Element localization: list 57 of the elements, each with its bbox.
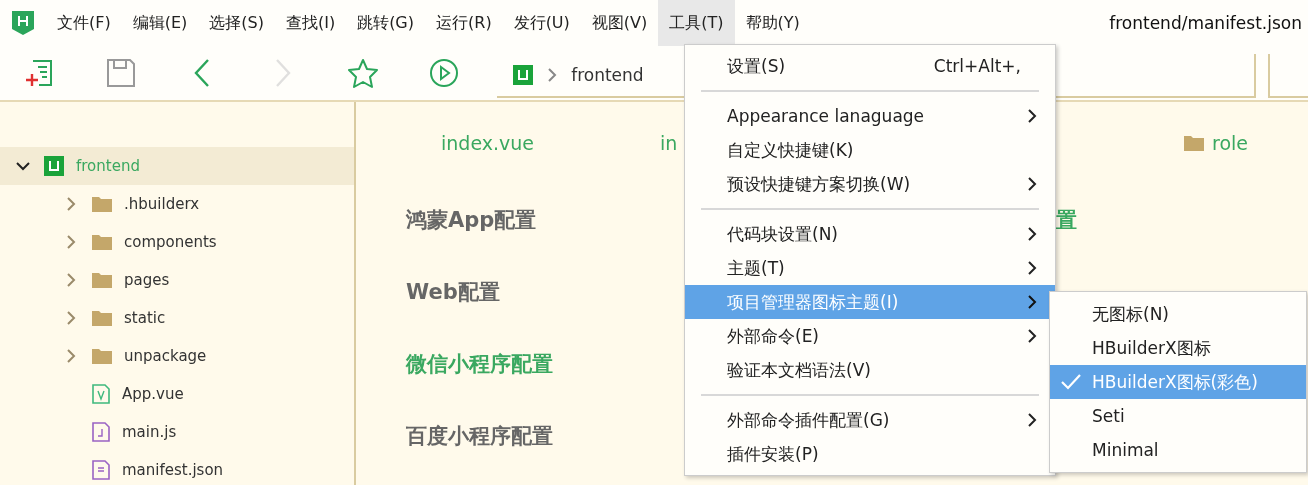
menu-item[interactable]: 视图(V)	[580, 0, 659, 46]
menu-item[interactable]: 发行(U)	[502, 0, 581, 46]
folder-icon	[92, 310, 112, 326]
project-icon	[44, 156, 64, 176]
menu-item[interactable]: 查找(I)	[274, 0, 347, 46]
file-path: frontend/manifest.json	[1109, 13, 1302, 33]
run-icon	[429, 58, 460, 88]
section-heading[interactable]: 鸿蒙App配置	[406, 184, 678, 256]
menu-item[interactable]: Appearance lanaguage	[685, 99, 1055, 133]
file-icon	[92, 384, 110, 404]
menu-item[interactable]: 主题(T)	[685, 251, 1055, 285]
menu-item[interactable]: 设置(S) Ctrl+Alt+,	[685, 49, 1055, 83]
section-heading[interactable]: 百度小程序配置	[406, 400, 678, 472]
tree-item-label: .hbuilderx	[124, 195, 200, 213]
save-icon	[105, 58, 136, 88]
tree-item-label: pages	[124, 271, 170, 289]
breadcrumb-item[interactable]: frontend	[571, 65, 644, 85]
tree-item-label: components	[124, 233, 217, 251]
menu-item[interactable]: 预设快捷键方案切换(W)	[685, 167, 1055, 201]
tree-item-label: App.vue	[122, 385, 184, 403]
file-icon	[92, 460, 110, 480]
menu-item[interactable]: 代码块设置(N)	[685, 217, 1055, 251]
tree-item-label: unpackage	[124, 347, 207, 365]
new-file-icon	[24, 58, 55, 88]
menu-item[interactable]: 工具(T)	[658, 0, 735, 46]
tree-item[interactable]: manifest.json	[0, 451, 354, 485]
tree-item[interactable]: static	[0, 299, 354, 337]
folder-icon	[1184, 135, 1204, 151]
folder-icon	[92, 348, 112, 364]
tree-item-label: frontend	[76, 157, 140, 175]
menu-item[interactable]: 选择(S)	[198, 0, 275, 46]
tree-item[interactable]: main.js	[0, 413, 354, 451]
tree-item-label: static	[124, 309, 166, 327]
folder-icon	[92, 196, 112, 212]
menu-item[interactable]: 帮助(Y)	[734, 0, 811, 46]
tree-item[interactable]: App.vue	[0, 375, 354, 413]
folder-icon	[92, 272, 112, 288]
tree-item-label: main.js	[122, 423, 177, 441]
section-heading[interactable]: Web配置	[406, 256, 678, 328]
project-icon	[513, 65, 534, 85]
file-icon	[92, 422, 110, 442]
shortcut-label: Ctrl+Alt+,	[933, 56, 1021, 76]
menu-item[interactable]: 编辑(E)	[121, 0, 199, 46]
tree-item-label: manifest.json	[122, 461, 224, 479]
menu-item[interactable]: 自定义快捷键(K)	[685, 133, 1055, 167]
tree-item[interactable]: .hbuilderx	[0, 185, 354, 223]
menu-item[interactable]: 跳转(G)	[346, 0, 425, 46]
check-icon	[1060, 373, 1082, 391]
folder-icon	[92, 234, 112, 250]
app-logo	[12, 11, 34, 35]
menu-item[interactable]: 文件(F)	[46, 0, 122, 46]
breadcrumb-bar	[1268, 54, 1308, 98]
menu-item[interactable]: 运行(R)	[425, 0, 503, 46]
tree-item[interactable]: unpackage	[0, 337, 354, 375]
star-icon	[348, 58, 379, 88]
tree-item[interactable]: components	[0, 223, 354, 261]
tree-item[interactable]: pages	[0, 261, 354, 299]
